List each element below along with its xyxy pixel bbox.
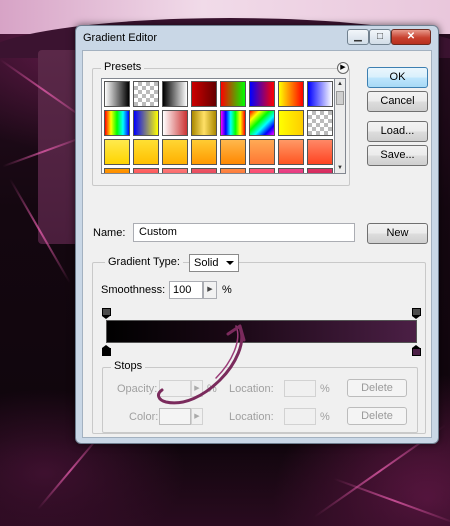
preset-swatch[interactable] [278, 139, 304, 165]
delete-color-stop-button[interactable]: Delete [347, 407, 407, 425]
stops-label: Stops [111, 360, 146, 372]
preset-swatch[interactable] [191, 81, 217, 107]
preset-swatch[interactable] [220, 81, 246, 107]
color-location-field[interactable] [284, 408, 316, 425]
chevron-down-icon [226, 261, 234, 265]
preset-swatch[interactable] [104, 139, 130, 165]
preset-swatch[interactable] [220, 139, 246, 165]
preset-swatch[interactable] [104, 110, 130, 136]
save-button[interactable]: Save... [367, 145, 428, 166]
presets-scrollbar[interactable]: ▲ ▼ [335, 78, 346, 174]
minimize-button[interactable]: ▁ [347, 29, 369, 45]
preset-swatch[interactable] [249, 168, 275, 173]
preset-swatch[interactable] [104, 81, 130, 107]
preset-swatch[interactable] [278, 110, 304, 136]
opacity-location-field[interactable] [284, 380, 316, 397]
preset-swatch[interactable] [307, 139, 333, 165]
preset-swatch[interactable] [278, 168, 304, 173]
preset-swatch[interactable] [278, 81, 304, 107]
preset-swatch[interactable] [249, 139, 275, 165]
presets-group: Presets ▶ ▲ ▼ [92, 61, 350, 186]
close-icon: ✕ [406, 31, 416, 42]
gradient-settings-group: Gradient Type: Solid Smoothness: 100 ▶ % [92, 254, 426, 434]
presets-menu-button[interactable]: ▶ [337, 62, 349, 74]
ok-button[interactable]: OK [367, 67, 428, 88]
annotation-arrow [157, 324, 246, 405]
triangle-right-icon: ▶ [207, 286, 213, 293]
opacity-stop-left[interactable] [102, 308, 111, 319]
scroll-down-icon[interactable]: ▼ [336, 163, 344, 173]
load-button[interactable]: Load... [367, 121, 428, 142]
preset-swatch[interactable] [191, 110, 217, 136]
window-title: Gradient Editor [83, 32, 157, 44]
gradient-type-label: Gradient Type: [105, 256, 183, 268]
preset-swatch[interactable] [307, 81, 333, 107]
scroll-up-icon[interactable]: ▲ [336, 79, 344, 89]
preset-swatch[interactable] [133, 139, 159, 165]
preset-swatch[interactable] [220, 110, 246, 136]
smoothness-label: Smoothness: [101, 284, 166, 296]
presets-label: Presets [101, 61, 145, 73]
preset-swatch[interactable] [162, 81, 188, 107]
scroll-thumb[interactable] [336, 91, 344, 105]
preset-swatch[interactable] [133, 110, 159, 136]
maximize-icon: □ [376, 31, 384, 42]
close-button[interactable]: ✕ [391, 29, 431, 45]
gradient-name-field[interactable]: Custom [133, 223, 355, 242]
preset-swatch[interactable] [104, 168, 130, 173]
background-bottom-glow [0, 440, 450, 526]
delete-opacity-stop-button[interactable]: Delete [347, 379, 407, 397]
preset-swatch[interactable] [307, 168, 333, 173]
title-bar[interactable]: Gradient Editor ▁ □ ✕ [76, 26, 438, 48]
opacity-stop-right[interactable] [412, 308, 421, 319]
maximize-button[interactable]: □ [369, 29, 391, 45]
preset-swatch[interactable] [133, 81, 159, 107]
preset-swatch[interactable] [191, 139, 217, 165]
color-stop-right[interactable] [412, 345, 421, 356]
preset-swatch-grid [101, 78, 335, 174]
preset-swatch[interactable] [249, 110, 275, 136]
smoothness-field[interactable]: 100 [169, 281, 203, 299]
gradient-type-select[interactable]: Solid [189, 254, 239, 272]
smoothness-slider-button[interactable]: ▶ [203, 281, 217, 299]
cancel-button[interactable]: Cancel [367, 91, 428, 112]
smoothness-unit: % [222, 284, 232, 296]
preset-swatch[interactable] [249, 81, 275, 107]
preset-swatch[interactable] [162, 168, 188, 173]
triangle-right-icon: ▶ [340, 64, 346, 71]
name-label: Name: [93, 227, 126, 239]
opacity-location-unit: % [320, 383, 330, 395]
preset-swatch[interactable] [220, 168, 246, 173]
preset-swatch[interactable] [162, 110, 188, 136]
preset-swatch[interactable] [307, 110, 333, 136]
preset-swatch[interactable] [162, 139, 188, 165]
preset-swatch[interactable] [133, 168, 159, 173]
preset-swatch[interactable] [191, 168, 217, 173]
color-stop-left[interactable] [102, 345, 111, 356]
minimize-icon: ▁ [354, 31, 362, 42]
color-location-unit: % [320, 411, 330, 423]
new-button[interactable]: New [367, 223, 428, 244]
gradient-type-value: Solid [194, 257, 219, 269]
